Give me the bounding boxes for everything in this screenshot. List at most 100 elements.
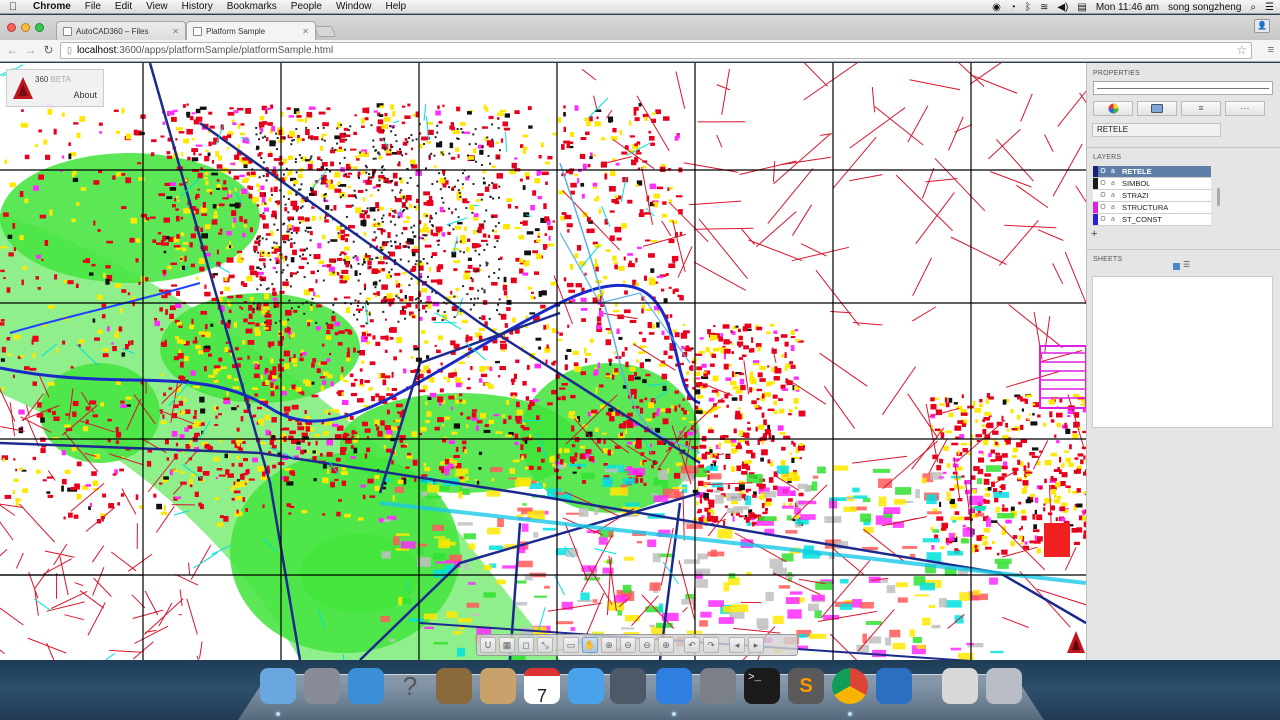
help-icon[interactable]: ?: [392, 668, 428, 704]
notification-center-icon[interactable]: ☰: [1265, 2, 1274, 13]
contacts-icon[interactable]: [480, 668, 516, 704]
downloads-stack-icon[interactable]: [942, 668, 978, 704]
bookmark-star-icon[interactable]: ☆: [1236, 43, 1247, 58]
tool-redo-icon[interactable]: ↷: [703, 637, 719, 653]
layer-lock-icon[interactable]: a: [1108, 216, 1118, 223]
drawing-canvas[interactable]: [0, 63, 1086, 660]
tool-previous-view-icon[interactable]: ◂: [729, 637, 745, 653]
lineweight-icon[interactable]: ≡: [1181, 101, 1221, 116]
add-layer-button[interactable]: +: [1091, 228, 1097, 240]
menu-history[interactable]: History: [175, 1, 220, 12]
side-panel: PROPERTIES ≡ ⋯ RETELE LAYERS Oa RETELE Oa S…: [1086, 63, 1280, 660]
tool-measure-icon[interactable]: ⤡: [537, 637, 553, 653]
profile-icon[interactable]: 👤: [1254, 19, 1270, 33]
layer-row[interactable]: Oa STRUCTURA: [1093, 202, 1211, 214]
trash-icon[interactable]: [986, 668, 1022, 704]
reload-icon[interactable]: ↻: [41, 43, 56, 58]
tool-rectangle-icon[interactable]: ◻: [518, 637, 534, 653]
finder-icon[interactable]: [260, 668, 296, 704]
apple-menu-icon[interactable]: : [0, 1, 26, 13]
tool-window-icon[interactable]: ▭: [563, 637, 579, 653]
tool-zoom-out-icon[interactable]: ⊖: [620, 637, 636, 653]
menu-bookmarks[interactable]: Bookmarks: [220, 1, 284, 12]
color-wheel-icon[interactable]: [1093, 101, 1133, 116]
tool-zoom-window-icon[interactable]: ⊕: [601, 637, 617, 653]
spotlight-icon[interactable]: ⌕: [1250, 2, 1256, 13]
sheets-list-view-icon[interactable]: ☰: [1183, 260, 1190, 269]
layer-row[interactable]: Oa SIMBOL: [1093, 178, 1211, 190]
layer-lock-icon[interactable]: a: [1108, 192, 1118, 199]
layer-visibility-icon[interactable]: O: [1098, 192, 1108, 199]
user-name[interactable]: song songzheng: [1168, 2, 1241, 13]
calendar-icon[interactable]: 7: [524, 668, 560, 706]
layer-row[interactable]: Oa ST_CONST: [1093, 214, 1211, 226]
tool-pan-icon[interactable]: ✋: [582, 637, 598, 653]
sublime-text-icon[interactable]: S: [788, 668, 824, 704]
preview-icon[interactable]: [436, 668, 472, 704]
menu-help[interactable]: Help: [379, 1, 414, 12]
clock[interactable]: Mon 11:46 am: [1096, 2, 1159, 13]
layer-lock-icon[interactable]: a: [1108, 180, 1118, 187]
layer-visibility-icon[interactable]: O: [1098, 204, 1108, 211]
property-value-field[interactable]: RETELE: [1092, 123, 1221, 137]
menu-view[interactable]: View: [139, 1, 175, 12]
menu-people[interactable]: People: [284, 1, 329, 12]
tool-undo-snap[interactable]: U: [480, 637, 496, 653]
app-store-icon[interactable]: [656, 668, 692, 704]
new-tab-button[interactable]: [313, 26, 337, 37]
browser-toolbar: ← → ↻ ▯ localhost:3600/apps/platformSamp…: [0, 40, 1280, 62]
bluetooth-icon[interactable]: ᛒ: [1025, 2, 1031, 13]
tab-close-icon[interactable]: ✕: [302, 27, 309, 36]
sheets-grid-view-icon[interactable]: [1173, 263, 1180, 270]
minimize-window-icon[interactable]: [21, 23, 30, 32]
layer-visibility-icon[interactable]: O: [1098, 216, 1108, 223]
layer-name: ST_CONST: [1122, 215, 1163, 224]
forward-icon[interactable]: →: [23, 43, 38, 58]
wifi-icon[interactable]: ≋: [1040, 2, 1048, 13]
flag-icon[interactable]: ▤: [1077, 2, 1086, 13]
layer-block-icon[interactable]: [1137, 101, 1177, 116]
layer-row[interactable]: Oa STRAZI: [1093, 190, 1211, 202]
about-link[interactable]: About: [73, 90, 97, 100]
menu-app-name[interactable]: Chrome: [26, 1, 78, 12]
tab-autocad360-files[interactable]: AutoCAD360 – Files ✕: [56, 21, 186, 40]
terminal-icon[interactable]: >_: [744, 668, 780, 704]
tool-zoom-previous-icon[interactable]: ⊖: [639, 637, 655, 653]
volume-icon[interactable]: ◀): [1057, 2, 1068, 13]
tool-undo-icon[interactable]: ↶: [684, 637, 700, 653]
menu-file[interactable]: File: [78, 1, 108, 12]
layer-list-scrollbar[interactable]: [1217, 188, 1220, 206]
layers-title: LAYERS: [1093, 154, 1122, 161]
layer-visibility-icon[interactable]: O: [1098, 180, 1108, 187]
facetime-icon[interactable]: [610, 668, 646, 704]
zoom-window-icon[interactable]: [35, 23, 44, 32]
safari-icon[interactable]: [348, 668, 384, 704]
messages-icon[interactable]: [568, 668, 604, 704]
record-icon[interactable]: ◉: [992, 2, 1001, 13]
chrome-menu-icon[interactable]: ≡: [1268, 44, 1274, 56]
linetype-icon[interactable]: ⋯: [1225, 101, 1265, 116]
system-preferences-icon[interactable]: [700, 668, 736, 704]
tool-next-view-icon[interactable]: ▸: [748, 637, 764, 653]
layer-row[interactable]: Oa RETELE: [1093, 166, 1211, 178]
page-icon: ▯: [67, 45, 72, 55]
menu-edit[interactable]: Edit: [108, 1, 139, 12]
time-machine-icon[interactable]: ◔: [1010, 2, 1016, 13]
tab-platform-sample[interactable]: Platform Sample ✕: [186, 21, 316, 40]
navigation-toolbar: U ▦ ◻ ⤡ ▭ ✋ ⊕ ⊖ ⊖ ⊕ ↶ ↷ ◂ ▸: [476, 634, 798, 656]
menu-window[interactable]: Window: [329, 1, 379, 12]
chrome-icon[interactable]: [832, 668, 868, 704]
layer-visibility-icon[interactable]: O: [1098, 168, 1108, 175]
launchpad-icon[interactable]: [304, 668, 340, 704]
layer-lock-icon[interactable]: a: [1108, 168, 1118, 175]
quicktime-icon[interactable]: [876, 668, 912, 704]
close-window-icon[interactable]: [7, 23, 16, 32]
properties-color-field[interactable]: [1093, 81, 1273, 95]
tab-close-icon[interactable]: ✕: [172, 27, 179, 36]
tool-zoom-in-icon[interactable]: ⊕: [658, 637, 674, 653]
tool-grid-icon[interactable]: ▦: [499, 637, 515, 653]
layer-lock-icon[interactable]: a: [1108, 204, 1118, 211]
address-bar[interactable]: ▯ localhost:3600/apps/platformSample/pla…: [60, 42, 1252, 59]
running-app-indicator: [276, 712, 280, 716]
back-icon[interactable]: ←: [5, 43, 20, 58]
